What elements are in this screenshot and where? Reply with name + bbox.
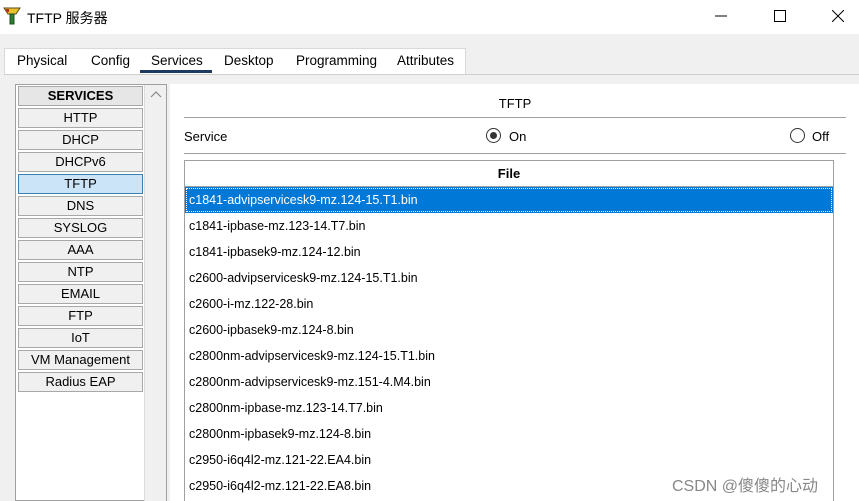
service-off-radio[interactable] bbox=[790, 128, 805, 143]
tab-programming[interactable]: Programming bbox=[296, 53, 377, 68]
csdn-watermark: CSDN @傻傻的心动 bbox=[672, 478, 819, 495]
section-title: TFTP bbox=[498, 96, 532, 111]
service-on-radio[interactable] bbox=[486, 128, 501, 143]
service-item-email[interactable]: EMAIL bbox=[18, 284, 143, 304]
file-row[interactable]: c2800nm-ipbase-mz.123-14.T7.bin bbox=[185, 395, 833, 421]
service-item-tftp[interactable]: TFTP bbox=[18, 174, 143, 194]
minimize-button[interactable] bbox=[698, 0, 744, 32]
divider bbox=[184, 153, 846, 154]
tftp-panel: TFTP Service On Off File c1841-advipserv… bbox=[170, 84, 859, 501]
tab-desktop[interactable]: Desktop bbox=[224, 53, 274, 68]
file-row[interactable]: c2800nm-advipservicesk9-mz.151-4.M4.bin bbox=[185, 369, 833, 395]
tab-physical[interactable]: Physical bbox=[17, 53, 67, 68]
file-row[interactable]: c2600-ipbasek9-mz.124-8.bin bbox=[185, 317, 833, 343]
file-row[interactable]: c1841-ipbasek9-mz.124-12.bin bbox=[185, 239, 833, 265]
service-on-label[interactable]: On bbox=[509, 129, 526, 144]
minimize-icon bbox=[715, 15, 727, 17]
service-item-vm-management[interactable]: VM Management bbox=[18, 350, 143, 370]
divider bbox=[184, 117, 846, 118]
service-item-iot[interactable]: IoT bbox=[18, 328, 143, 348]
file-row[interactable]: c2800nm-advipservicesk9-mz.124-15.T1.bin bbox=[185, 343, 833, 369]
file-row[interactable]: c1841-advipservicesk9-mz.124-15.T1.bin bbox=[185, 187, 833, 213]
service-off-label[interactable]: Off bbox=[812, 129, 829, 144]
service-item-http[interactable]: HTTP bbox=[18, 108, 143, 128]
tab-strip: Physical Config Services Desktop Program… bbox=[4, 48, 466, 74]
file-row[interactable]: c1841-ipbase-mz.123-14.T7.bin bbox=[185, 213, 833, 239]
service-label: Service bbox=[184, 129, 228, 144]
service-item-dhcpv6[interactable]: DHCPv6 bbox=[18, 152, 143, 172]
packet-tracer-app-icon bbox=[3, 6, 21, 26]
service-item-dhcp[interactable]: DHCP bbox=[18, 130, 143, 150]
file-row[interactable]: c2600-i-mz.122-28.bin bbox=[185, 291, 833, 317]
tab-services[interactable]: Services bbox=[151, 53, 203, 68]
close-button[interactable] bbox=[815, 0, 859, 32]
service-item-dns[interactable]: DNS bbox=[18, 196, 143, 216]
service-item-syslog[interactable]: SYSLOG bbox=[18, 218, 143, 238]
file-column-header[interactable]: File bbox=[185, 161, 833, 187]
tab-attributes[interactable]: Attributes bbox=[397, 53, 454, 68]
close-icon bbox=[832, 10, 844, 22]
service-item-ftp[interactable]: FTP bbox=[18, 306, 143, 326]
title-bar: TFTP 服务器 bbox=[0, 0, 859, 34]
service-item-aaa[interactable]: AAA bbox=[18, 240, 143, 260]
services-header: SERVICES bbox=[18, 86, 143, 106]
window-title: TFTP 服务器 bbox=[27, 10, 108, 26]
services-scrollbar[interactable] bbox=[144, 85, 166, 501]
scroll-up-icon[interactable] bbox=[150, 89, 162, 99]
services-list: SERVICES HTTP DHCP DHCPv6 TFTP DNS SYSLO… bbox=[18, 86, 143, 394]
active-tab-indicator bbox=[140, 70, 212, 73]
file-table: File c1841-advipservicesk9-mz.124-15.T1.… bbox=[184, 160, 834, 501]
service-item-radius-eap[interactable]: Radius EAP bbox=[18, 372, 143, 392]
file-row[interactable]: c2800nm-ipbasek9-mz.124-8.bin bbox=[185, 421, 833, 447]
file-row[interactable]: c2600-advipservicesk9-mz.124-15.T1.bin bbox=[185, 265, 833, 291]
maximize-button[interactable] bbox=[757, 0, 803, 32]
tab-config[interactable]: Config bbox=[91, 53, 130, 68]
service-item-ntp[interactable]: NTP bbox=[18, 262, 143, 282]
radio-checked-dot bbox=[490, 132, 497, 139]
maximize-icon bbox=[774, 10, 786, 22]
file-row[interactable]: c2950-i6q4l2-mz.121-22.EA4.bin bbox=[185, 447, 833, 473]
